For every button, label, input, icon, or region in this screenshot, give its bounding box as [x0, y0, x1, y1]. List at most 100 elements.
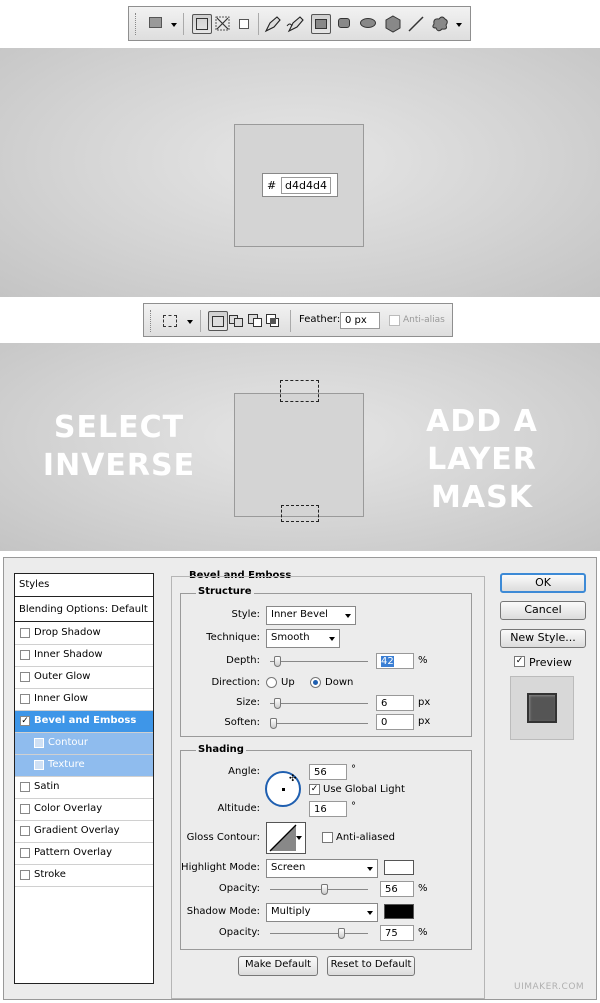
- pen-icon[interactable]: [263, 14, 283, 34]
- antialiased-checkbox[interactable]: [322, 832, 333, 843]
- new-selection-icon[interactable]: [208, 311, 228, 331]
- style-item-label: Color Overlay: [34, 803, 103, 814]
- shadow-opacity-input[interactable]: 75: [380, 925, 414, 941]
- direction-down-radio[interactable]: [310, 677, 321, 688]
- shape-preset-icon[interactable]: [147, 14, 167, 34]
- chevron-down-icon[interactable]: [171, 23, 177, 27]
- style-item-outer-glow[interactable]: Outer Glow: [15, 667, 153, 689]
- angle-input[interactable]: 56: [309, 764, 347, 780]
- ellipse-icon[interactable]: [359, 14, 379, 34]
- direction-up-radio[interactable]: [266, 677, 277, 688]
- feather-input[interactable]: 0 px: [340, 312, 380, 329]
- line-icon[interactable]: [406, 14, 426, 34]
- highlight-color-swatch[interactable]: [384, 860, 414, 875]
- cancel-button[interactable]: Cancel: [500, 601, 586, 620]
- marquee-options-bar: Feather: 0 px Anti-alias: [143, 303, 453, 337]
- subtract-selection-icon[interactable]: [246, 311, 266, 331]
- marquee-tool-icon[interactable]: [163, 315, 177, 327]
- add-layer-mask-text: ADD A LAYER MASK: [372, 403, 592, 517]
- style-item-checkbox[interactable]: [34, 738, 44, 748]
- style-item-checkbox[interactable]: [20, 628, 30, 638]
- style-item-contour[interactable]: Contour: [15, 733, 153, 755]
- rectangle-icon[interactable]: [311, 14, 331, 34]
- new-style-button[interactable]: New Style...: [500, 629, 586, 648]
- soften-input[interactable]: 0: [376, 714, 414, 730]
- shadow-opacity-slider[interactable]: [270, 928, 368, 939]
- depth-input[interactable]: 42: [376, 653, 414, 669]
- highlight-opacity-thumb[interactable]: [320, 884, 328, 895]
- style-item-pattern-overlay[interactable]: Pattern Overlay: [15, 843, 153, 865]
- technique-label: Technique:: [206, 632, 260, 643]
- style-item-checkbox[interactable]: [20, 870, 30, 880]
- paths-icon[interactable]: [213, 14, 233, 34]
- canvas-area-2: SELECT INVERSE ADD A LAYER MASK: [0, 343, 600, 551]
- custom-shape-icon[interactable]: [430, 14, 450, 34]
- depth-label: Depth:: [226, 655, 260, 666]
- toolbar-grip[interactable]: [150, 310, 154, 332]
- chevron-down-icon[interactable]: [456, 23, 462, 27]
- size-slider[interactable]: [270, 698, 368, 709]
- rounded-rectangle-icon[interactable]: [335, 14, 355, 34]
- style-item-bevel-and-emboss[interactable]: ✓ Bevel and Emboss: [15, 711, 153, 733]
- add-selection-icon[interactable]: [227, 311, 247, 331]
- altitude-label: Altitude:: [217, 803, 260, 814]
- reset-to-default-button[interactable]: Reset to Default: [327, 956, 415, 976]
- shadow-opacity-thumb[interactable]: [338, 928, 346, 939]
- size-input[interactable]: 6: [376, 695, 414, 711]
- make-default-button[interactable]: Make Default: [238, 956, 318, 976]
- style-label: Style:: [231, 609, 261, 620]
- hex-value: d4d4d4: [281, 177, 331, 194]
- selection-marquee-bottom: [281, 505, 319, 522]
- shadow-color-swatch[interactable]: [384, 904, 414, 919]
- style-item-checkbox[interactable]: [20, 672, 30, 682]
- preview-checkbox[interactable]: ✓: [514, 656, 525, 667]
- style-select[interactable]: Inner Bevel: [266, 606, 356, 625]
- depth-slider[interactable]: [270, 656, 368, 667]
- polygon-icon[interactable]: [383, 14, 403, 34]
- antialias-checkbox[interactable]: [389, 315, 400, 326]
- preview-thumbnail: [510, 676, 574, 740]
- technique-select[interactable]: Smooth: [266, 629, 340, 648]
- altitude-input[interactable]: 16: [309, 801, 347, 817]
- hex-color-field[interactable]: # d4d4d4: [262, 173, 338, 197]
- style-item-texture[interactable]: Texture: [15, 755, 153, 777]
- style-item-checkbox[interactable]: ✓: [20, 716, 30, 726]
- highlight-mode-select[interactable]: Screen: [266, 859, 378, 878]
- styles-header[interactable]: Styles: [15, 574, 153, 597]
- ok-button[interactable]: OK: [500, 573, 586, 593]
- shadow-mode-select[interactable]: Multiply: [266, 903, 378, 922]
- soften-slider-thumb[interactable]: [270, 718, 277, 729]
- watermark: UIMAKER.COM: [514, 982, 585, 992]
- style-item-checkbox[interactable]: [20, 804, 30, 814]
- gloss-contour-picker[interactable]: [266, 822, 306, 854]
- toolbar-grip[interactable]: [135, 13, 139, 35]
- chevron-down-icon[interactable]: [187, 320, 193, 324]
- style-item-stroke[interactable]: Stroke: [15, 865, 153, 887]
- chevron-down-icon: [367, 867, 373, 871]
- shape-layers-icon[interactable]: [192, 14, 212, 34]
- depth-slider-thumb[interactable]: [273, 656, 281, 667]
- angle-dial[interactable]: ✣: [265, 771, 301, 807]
- style-item-checkbox[interactable]: [20, 848, 30, 858]
- blending-options[interactable]: Blending Options: Default: [15, 599, 153, 622]
- style-item-inner-glow[interactable]: Inner Glow: [15, 689, 153, 711]
- global-light-checkbox[interactable]: ✓: [309, 784, 320, 795]
- canvas-area-1: # d4d4d4: [0, 48, 600, 297]
- style-item-checkbox[interactable]: [20, 826, 30, 836]
- size-slider-thumb[interactable]: [273, 698, 281, 709]
- style-item-drop-shadow[interactable]: Drop Shadow: [15, 623, 153, 645]
- highlight-opacity-slider[interactable]: [270, 884, 368, 895]
- style-item-checkbox[interactable]: [20, 650, 30, 660]
- soften-slider[interactable]: [270, 718, 368, 729]
- highlight-opacity-input[interactable]: 56: [380, 881, 414, 897]
- style-item-checkbox[interactable]: [20, 782, 30, 792]
- style-item-satin[interactable]: Satin: [15, 777, 153, 799]
- freeform-pen-icon[interactable]: [286, 14, 306, 34]
- style-item-gradient-overlay[interactable]: Gradient Overlay: [15, 821, 153, 843]
- fill-pixels-icon[interactable]: [234, 14, 254, 34]
- intersect-selection-icon[interactable]: [264, 311, 284, 331]
- style-item-checkbox[interactable]: [20, 694, 30, 704]
- style-item-color-overlay[interactable]: Color Overlay: [15, 799, 153, 821]
- style-item-checkbox[interactable]: [34, 760, 44, 770]
- style-item-inner-shadow[interactable]: Inner Shadow: [15, 645, 153, 667]
